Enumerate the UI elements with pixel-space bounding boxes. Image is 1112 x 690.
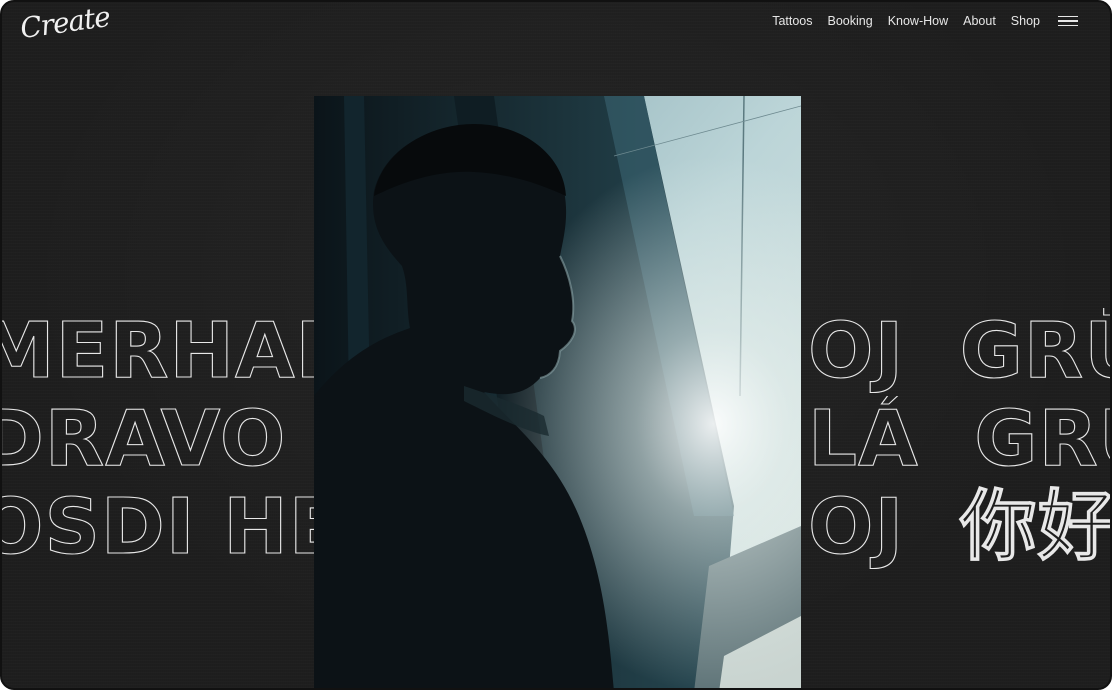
greeting-text-row-3-right: OJ 你好 bbox=[807, 484, 1112, 572]
main-nav: Tattoos Booking Know-How About Shop bbox=[757, 14, 1040, 28]
nav-tattoos[interactable]: Tattoos bbox=[772, 14, 812, 28]
brand-logo[interactable]: Create bbox=[18, 2, 112, 45]
browser-viewport: Create Tattoos Booking Know-How About Sh… bbox=[0, 0, 1112, 690]
greeting-text-row-2-right: LÁ GRÜSS bbox=[807, 396, 1110, 484]
nav-booking[interactable]: Booking bbox=[828, 14, 873, 28]
greeting-text-row-1-right: OJ GRÜEZI bbox=[807, 308, 1110, 396]
portrait-photo bbox=[314, 96, 801, 688]
nav-shop[interactable]: Shop bbox=[1011, 14, 1040, 28]
nav-know-how[interactable]: Know-How bbox=[888, 14, 948, 28]
nav-about[interactable]: About bbox=[963, 14, 996, 28]
hamburger-menu-icon[interactable] bbox=[1058, 16, 1078, 28]
